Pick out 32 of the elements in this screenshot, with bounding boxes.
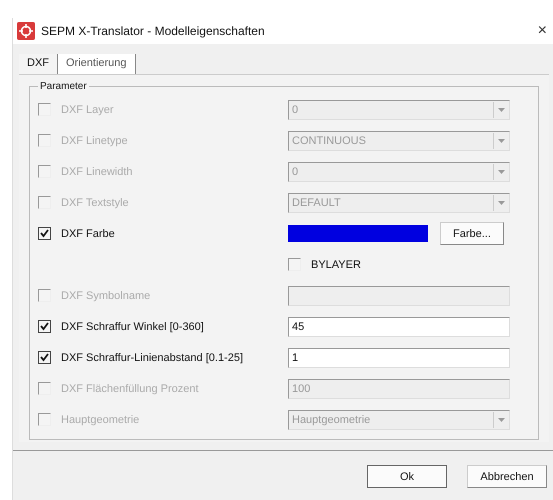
- checkbox-label: DXF Linewidth: [61, 166, 133, 178]
- input-field[interactable]: 1: [288, 348, 510, 368]
- group-title: Parameter: [39, 81, 88, 92]
- dialog-button[interactable]: Ok: [367, 465, 447, 488]
- checkbox-label: DXF Flächenfüllung Prozent: [61, 382, 199, 394]
- checkbox-label: DXF Layer: [61, 104, 114, 116]
- dialog-button[interactable]: Abbrechen: [467, 465, 547, 488]
- checkbox[interactable]: [38, 227, 51, 240]
- checkbox[interactable]: [38, 351, 51, 364]
- input-field[interactable]: [288, 286, 510, 306]
- dropdown-arrow-icon: [493, 164, 508, 180]
- color-button[interactable]: Farbe...: [440, 222, 504, 245]
- close-button[interactable]: ×: [538, 22, 549, 40]
- tab[interactable]: DXF: [19, 54, 57, 74]
- dropdown-arrow-icon: [493, 412, 508, 428]
- checkbox-label: BYLAYER: [311, 258, 361, 270]
- checkbox-label: DXF Linetype: [61, 134, 128, 146]
- checkbox-label: DXF Symbolname: [61, 290, 150, 302]
- checkbox-label: DXF Textstyle: [61, 196, 129, 208]
- dropdown-arrow-icon: [493, 102, 508, 118]
- dropdown-arrow-icon: [493, 194, 508, 210]
- checkbox[interactable]: [288, 258, 301, 271]
- checkbox-label: DXF Schraffur-Linienabstand [0.1-25]: [61, 352, 244, 364]
- checkbox[interactable]: [38, 320, 51, 333]
- tab[interactable]: Orientierung: [57, 54, 136, 74]
- dropdown-arrow-icon: [493, 132, 508, 148]
- input-field[interactable]: 45: [288, 316, 510, 336]
- checkbox-label: DXF Schraffur Winkel [0-360]: [61, 320, 204, 332]
- app-logo-icon: [17, 22, 35, 40]
- window-title: SEPM X-Translator - Modelleigenschaften: [41, 24, 266, 38]
- checkbox-label: DXF Farbe: [61, 228, 115, 240]
- checkbox-label: Hauptgeometrie: [61, 414, 140, 426]
